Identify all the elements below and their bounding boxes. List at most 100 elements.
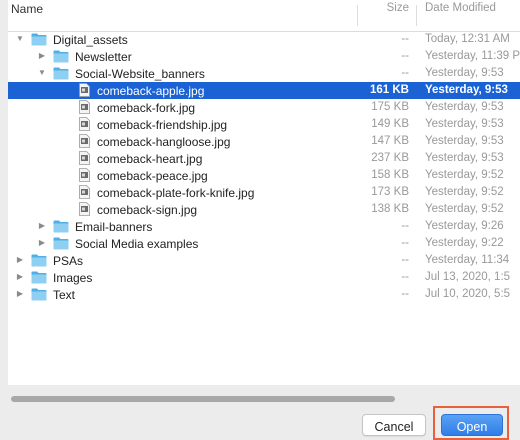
item-name: Email-banners (75, 220, 153, 234)
item-name: comeback-sign.jpg (97, 203, 198, 217)
image-file-icon (79, 202, 90, 216)
image-file-icon (79, 83, 90, 97)
folder-row[interactable]: ▶ Newsletter -- Yesterday, 11:39 PM (8, 48, 520, 65)
item-date-modified: Yesterday, 9:53 (425, 84, 508, 96)
folder-icon (31, 288, 47, 301)
item-size: -- (401, 237, 409, 249)
folder-row[interactable]: ▼ Digital_assets -- Today, 12:31 AM (8, 31, 520, 48)
item-name: comeback-apple.jpg (97, 84, 205, 98)
column-header-bar: Name Size Date Modified (8, 0, 520, 32)
horizontal-scrollbar[interactable] (8, 395, 520, 403)
cancel-button[interactable]: Cancel (362, 414, 426, 436)
folder-icon (53, 67, 69, 80)
item-size: 175 KB (371, 101, 409, 113)
column-header-date-modified[interactable]: Date Modified (425, 2, 496, 14)
file-rows: ▼ Digital_assets -- Today, 12:31 AM ▶ Newslet… (8, 31, 520, 303)
item-date-modified: Yesterday, 11:39 PM (425, 50, 520, 62)
item-name: Newsletter (75, 50, 132, 64)
file-row[interactable]: comeback-friendship.jpg 149 KB Yesterday, … (8, 116, 520, 133)
image-file-icon (79, 100, 90, 114)
disclosure-triangle-expanded-icon[interactable]: ▼ (37, 68, 47, 78)
item-name: comeback-hangloose.jpg (97, 135, 231, 149)
item-date-modified: Yesterday, 9:22 (425, 237, 504, 249)
file-row[interactable]: comeback-peace.jpg 158 KB Yesterday, 9:52 (8, 167, 520, 184)
file-row[interactable]: comeback-heart.jpg 237 KB Yesterday, 9:53 (8, 150, 520, 167)
disclosure-triangle-collapsed-icon[interactable]: ▶ (15, 289, 25, 299)
column-separator[interactable] (357, 5, 358, 26)
disclosure-triangle-collapsed-icon[interactable]: ▶ (37, 51, 47, 61)
file-row[interactable]: comeback-apple.jpg 161 KB Yesterday, 9:53 (8, 82, 520, 99)
item-size: -- (401, 67, 409, 79)
file-row[interactable]: comeback-sign.jpg 138 KB Yesterday, 9:52 (8, 201, 520, 218)
item-date-modified: Yesterday, 9:52 (425, 169, 504, 181)
item-date-modified: Yesterday, 9:53 (425, 152, 504, 164)
item-date-modified: Jul 10, 2020, 5:5 (425, 288, 511, 300)
column-header-name[interactable]: Name (11, 2, 43, 16)
file-browser-list[interactable]: Name Size Date Modified ▼ Digital_assets -… (8, 0, 520, 385)
item-name: PSAs (53, 254, 84, 268)
item-date-modified: Yesterday, 9:53 (425, 67, 504, 79)
item-name: Social-Website_banners (75, 67, 205, 81)
item-name: Social Media examples (75, 237, 199, 251)
item-name: Images (53, 271, 93, 285)
item-size: 149 KB (371, 118, 409, 130)
item-date-modified: Yesterday, 9:53 (425, 118, 504, 130)
item-name: comeback-friendship.jpg (97, 118, 228, 132)
folder-row[interactable]: ▶ Email-banners -- Yesterday, 9:26 (8, 218, 520, 235)
folder-icon (31, 254, 47, 267)
item-date-modified: Yesterday, 9:53 (425, 135, 504, 147)
disclosure-triangle-collapsed-icon[interactable]: ▶ (37, 238, 47, 248)
item-name: comeback-heart.jpg (97, 152, 203, 166)
item-date-modified: Today, 12:31 AM (425, 33, 510, 45)
item-size: -- (401, 33, 409, 45)
file-row[interactable]: comeback-hangloose.jpg 147 KB Yesterday, 9… (8, 133, 520, 150)
file-row[interactable]: comeback-fork.jpg 175 KB Yesterday, 9:53 (8, 99, 520, 116)
item-date-modified: Jul 13, 2020, 1:5 (425, 271, 511, 283)
item-date-modified: Yesterday, 9:26 (425, 220, 504, 232)
scrollbar-thumb[interactable] (11, 396, 395, 402)
folder-icon (31, 33, 47, 46)
item-size: -- (401, 271, 409, 283)
folder-row[interactable]: ▶ Images -- Jul 13, 2020, 1:5 (8, 269, 520, 286)
item-size: 158 KB (371, 169, 409, 181)
disclosure-triangle-collapsed-icon[interactable]: ▶ (15, 272, 25, 282)
item-size: 147 KB (371, 135, 409, 147)
item-name: Text (53, 288, 76, 302)
item-date-modified: Yesterday, 11:34 (425, 254, 510, 266)
item-name: Digital_assets (53, 33, 128, 47)
disclosure-triangle-collapsed-icon[interactable]: ▶ (15, 255, 25, 265)
image-file-icon (79, 185, 90, 199)
item-name: comeback-fork.jpg (97, 101, 196, 115)
image-file-icon (79, 117, 90, 131)
item-size: -- (401, 254, 409, 266)
item-date-modified: Yesterday, 9:53 (425, 101, 504, 113)
column-separator[interactable] (416, 5, 417, 26)
item-size: 138 KB (371, 203, 409, 215)
item-size: -- (401, 288, 409, 300)
file-row[interactable]: comeback-plate-fork-knife.jpg 173 KB Yeste… (8, 184, 520, 201)
item-date-modified: Yesterday, 9:52 (425, 203, 504, 215)
folder-row[interactable]: ▼ Social-Website_banners -- Yesterday, 9:53 (8, 65, 520, 82)
folder-icon (31, 271, 47, 284)
image-file-icon (79, 168, 90, 182)
folder-row[interactable]: ▶ PSAs -- Yesterday, 11:34 (8, 252, 520, 269)
item-name: comeback-plate-fork-knife.jpg (97, 186, 255, 200)
open-button[interactable]: Open (441, 414, 503, 436)
file-open-dialog: Name Size Date Modified ▼ Digital_assets -… (0, 0, 520, 440)
folder-row[interactable]: ▶ Text -- Jul 10, 2020, 5:5 (8, 286, 520, 303)
item-size: 237 KB (371, 152, 409, 164)
disclosure-triangle-expanded-icon[interactable]: ▼ (15, 34, 25, 44)
folder-icon (53, 220, 69, 233)
folder-icon (53, 237, 69, 250)
item-size: 161 KB (370, 84, 409, 96)
disclosure-triangle-collapsed-icon[interactable]: ▶ (37, 221, 47, 231)
folder-row[interactable]: ▶ Social Media examples -- Yesterday, 9:22 (8, 235, 520, 252)
item-date-modified: Yesterday, 9:52 (425, 186, 504, 198)
item-size: -- (401, 220, 409, 232)
column-header-size[interactable]: Size (367, 2, 409, 14)
item-size: 173 KB (371, 186, 409, 198)
item-name: comeback-peace.jpg (97, 169, 208, 183)
image-file-icon (79, 151, 90, 165)
item-size: -- (401, 50, 409, 62)
image-file-icon (79, 134, 90, 148)
